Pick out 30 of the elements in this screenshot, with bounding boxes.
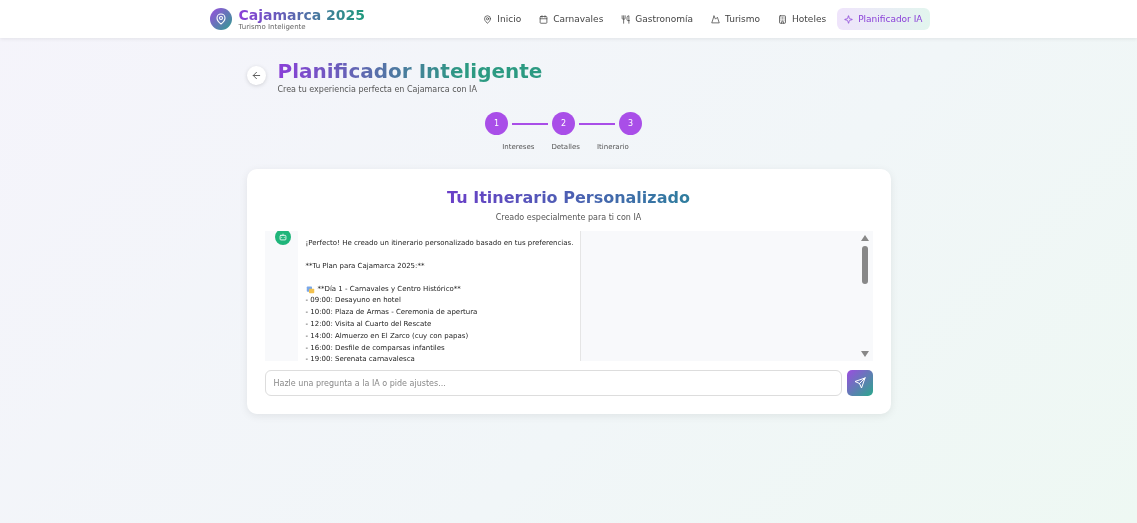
nav-link[interactable]: Carnavales [532,8,611,30]
map-pin-icon [483,14,493,24]
brand-name: Cajamarca 2025 [238,7,365,23]
sparkles-icon [844,14,854,24]
scrollbar-thumb[interactable] [862,246,868,284]
scroll-down-arrow-icon[interactable] [861,351,869,357]
utensils-icon [621,14,631,24]
nav-link[interactable]: Inicio [476,8,529,30]
nav-link[interactable]: Planificador IA [837,8,930,30]
card-subtitle: Creado especialmente para ti con IA [494,213,643,222]
mountain-icon [711,14,721,24]
nav-link[interactable]: Hoteles [771,8,834,30]
step-connector [512,122,548,125]
question-input-field[interactable]: Hazle una pregunta a la IA o pide ajustes... [264,370,842,396]
send-button[interactable] [846,370,873,396]
step-connector [579,122,615,125]
step-number: 1 [485,112,508,135]
page-subtitle: Crea tu experiencia perfecta en Cajamarca con IA [277,85,478,94]
step-number: 2 [552,112,575,135]
back-button[interactable] [246,66,266,85]
nav-link[interactable]: Turismo [704,8,768,30]
arrow-left-icon [250,70,262,81]
send-icon [853,377,866,389]
step-number: 3 [619,112,642,135]
calendar-emoji-icon [305,285,315,294]
nav-link[interactable]: Gastronomía [614,8,701,30]
building-icon [778,14,788,24]
map-pin-logo-icon [209,8,232,30]
calendar-icon [539,14,549,24]
scroll-up-arrow-icon[interactable] [861,235,869,241]
